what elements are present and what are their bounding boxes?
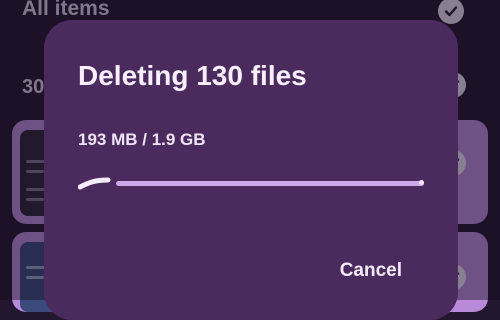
progress-bar [78, 172, 424, 196]
progress-track [116, 181, 424, 186]
dialog-title: Deleting 130 files [78, 60, 307, 91]
progress-text: 193 MB / 1.9 GB [78, 130, 206, 149]
progress-stop-indicator [419, 180, 424, 185]
cancel-button[interactable]: Cancel [336, 254, 406, 288]
progress-indicator [78, 177, 111, 190]
delete-progress-dialog: Deleting 130 files 193 MB / 1.9 GB Cance… [44, 20, 458, 320]
